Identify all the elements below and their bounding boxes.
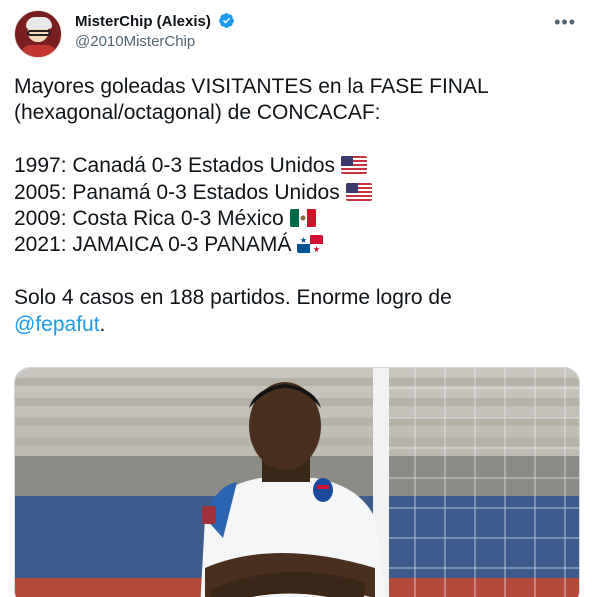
avatar-shirt bbox=[21, 45, 57, 57]
tweet-line: Solo 4 casos en 188 partidos. Enorme log… bbox=[14, 286, 452, 310]
result-line: 2009: Costa Rica 0-3 México bbox=[14, 206, 580, 232]
more-horizontal-icon[interactable]: ••• bbox=[554, 12, 576, 33]
tweet-line: @fepafut. bbox=[14, 312, 580, 338]
result-line: 2021: JAMAICA 0-3 PANAMÁ bbox=[14, 232, 580, 258]
tweet-text: Mayores goleadas VISITANTES en la FASE F… bbox=[14, 74, 580, 338]
avatar-glasses bbox=[27, 30, 51, 36]
author-handle[interactable]: @2010MisterChip bbox=[75, 32, 235, 52]
mention-suffix: . bbox=[99, 312, 106, 336]
author-display-name[interactable]: MisterChip (Alexis) bbox=[75, 12, 211, 32]
result-text: 2009: Costa Rica 0-3 México bbox=[14, 207, 284, 231]
result-text: 1997: Canadá 0-3 Estados Unidos bbox=[14, 154, 336, 178]
result-line: 2005: Panamá 0-3 Estados Unidos bbox=[14, 180, 580, 206]
tweet-line: (hexagonal/octagonal) de CONCACAF: bbox=[14, 101, 381, 125]
tweet-line: Mayores goleadas VISITANTES en la FASE F… bbox=[14, 75, 489, 98]
usa-flag-icon bbox=[345, 182, 372, 201]
verified-badge-icon bbox=[219, 13, 235, 28]
mention-link[interactable]: @fepafut bbox=[14, 313, 100, 336]
avatar[interactable] bbox=[14, 10, 62, 58]
avatar-hair bbox=[26, 17, 52, 29]
panama-flag-icon bbox=[297, 235, 324, 254]
result-text: 2021: JAMAICA 0-3 PANAMÁ bbox=[14, 233, 292, 257]
result-line: 1997: Canadá 0-3 Estados Unidos bbox=[14, 153, 580, 179]
result-text: 2005: Panamá 0-3 Estados Unidos bbox=[14, 180, 340, 204]
tweet-header: MisterChip (Alexis) @2010MisterChip ••• bbox=[14, 10, 580, 60]
media-photo[interactable] bbox=[14, 367, 580, 597]
football-player-photo bbox=[15, 368, 579, 597]
mexico-flag-icon bbox=[289, 209, 316, 228]
author-names: MisterChip (Alexis) @2010MisterChip bbox=[75, 12, 235, 52]
usa-flag-icon bbox=[341, 156, 368, 175]
